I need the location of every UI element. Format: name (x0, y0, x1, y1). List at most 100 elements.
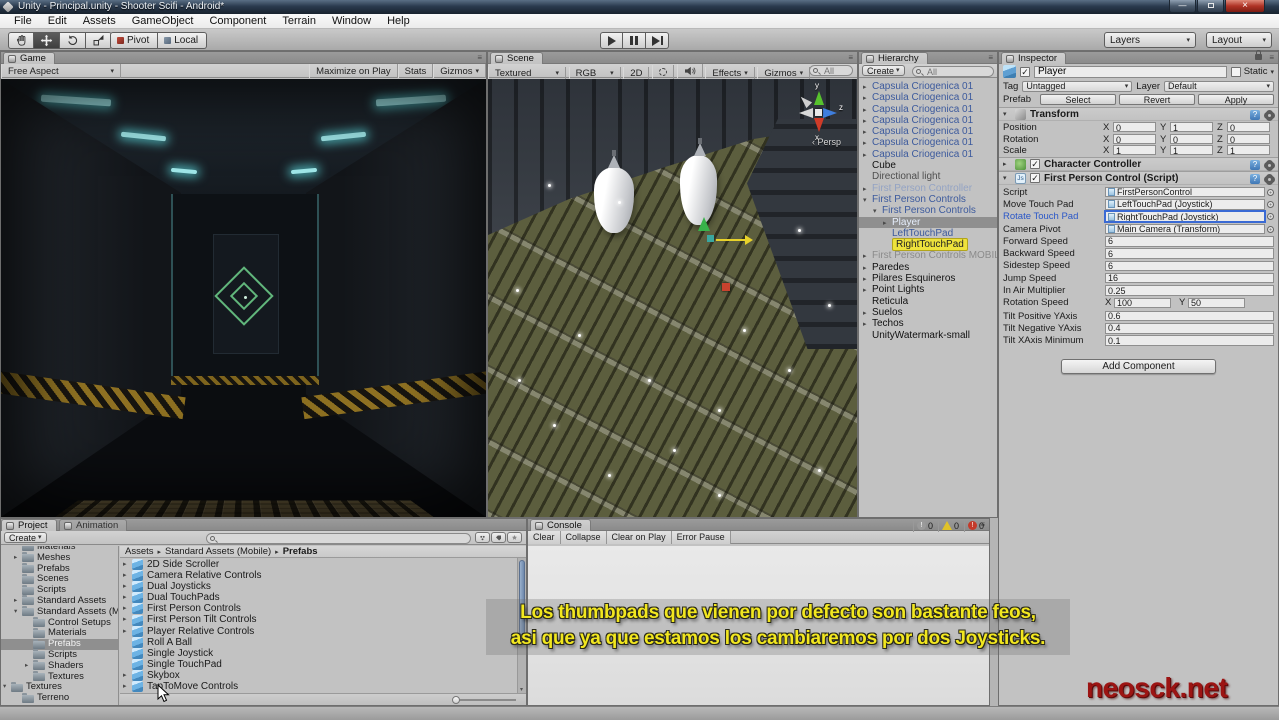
object-picker-icon[interactable] (1267, 200, 1274, 208)
expand-arrow-icon[interactable]: ▸ (123, 592, 132, 603)
menu-item[interactable]: GameObject (124, 15, 202, 27)
menu-item[interactable]: Window (324, 15, 379, 27)
hierarchy-item[interactable]: ▸ Capsula Criogenica 01 (859, 81, 997, 92)
expand-arrow-icon[interactable]: ▸ (123, 681, 132, 692)
warning-count[interactable]: 0 (937, 519, 962, 532)
hierarchy-create-button[interactable]: Create ▾ (862, 65, 905, 76)
expand-arrow-icon[interactable]: ▾ (14, 607, 22, 618)
search-by-label-button[interactable] (491, 532, 506, 543)
error-count[interactable]: ! 0 (963, 519, 987, 532)
transform-component-header[interactable]: ▾ Transform ? (999, 107, 1278, 121)
step-button[interactable] (646, 32, 669, 49)
menu-item[interactable]: Edit (40, 15, 75, 27)
scene-viewport[interactable]: y z x ‹ Persp (488, 79, 857, 517)
gameobject-name-field[interactable] (1034, 65, 1227, 78)
asset-row[interactable]: ▸ TapToMove Controls (120, 681, 526, 693)
project-folder-row[interactable]: ▾ Standard Assets (Mobile (1, 606, 118, 618)
local-toggle-button[interactable]: Local (158, 32, 208, 49)
maximize-on-play-button[interactable]: Maximize on Play (309, 64, 398, 78)
menu-item[interactable]: Terrain (274, 15, 324, 27)
minimize-button[interactable]: — (1169, 0, 1196, 13)
move-tool-button[interactable] (34, 32, 60, 49)
play-button[interactable] (600, 32, 623, 49)
breadcrumb-standard-assets[interactable]: Standard Assets (Mobile) (165, 546, 271, 557)
console-button[interactable]: Error Pause (671, 530, 731, 544)
hierarchy-item[interactable]: ▸ First Person Controls MOBILE (859, 250, 997, 261)
expand-arrow-icon[interactable]: ▸ (123, 670, 132, 681)
project-folder-row[interactable]: ▸ Meshes (1, 552, 118, 564)
hierarchy-item[interactable]: ▸ Pilares Esquineros (859, 273, 997, 284)
gizmo-hub[interactable] (815, 109, 822, 116)
hierarchy-item[interactable]: ▸ Suelos (859, 307, 997, 318)
lighting-toggle-button[interactable] (652, 65, 675, 79)
expand-arrow-icon[interactable]: ▸ (1003, 160, 1011, 168)
axis-neg-cone[interactable] (797, 93, 813, 109)
asset-row[interactable]: Single TouchPad (120, 659, 526, 670)
menu-item[interactable]: Component (201, 15, 274, 27)
project-search[interactable] (206, 533, 471, 544)
game-viewport[interactable] (1, 79, 486, 517)
title-bar[interactable]: Unity - Principal.unity - Shooter Scifi … (0, 0, 1279, 14)
stats-button[interactable]: Stats (397, 64, 434, 78)
hierarchy-item[interactable]: Directional light (859, 171, 997, 182)
cryo-capsule[interactable] (594, 150, 634, 233)
prefab-apply-button[interactable]: Apply (1198, 93, 1274, 105)
asset-row[interactable]: ▸ Camera Relative Controls (120, 570, 526, 582)
help-icon[interactable]: ? (1250, 160, 1260, 170)
scene-search[interactable] (809, 65, 853, 76)
hierarchy-item[interactable]: ▸ First Person Controller (859, 183, 997, 194)
expand-arrow-icon[interactable]: ▸ (123, 614, 132, 625)
field-value[interactable]: 0.6 (1105, 310, 1274, 322)
breadcrumb-prefabs[interactable]: Prefabs (283, 546, 318, 557)
aspect-dropdown[interactable]: Free Aspect ▾ (1, 64, 121, 78)
layout-dropdown[interactable]: Layout ▾ (1206, 32, 1272, 48)
field-value[interactable]: Main Camera (Transform) (1105, 223, 1265, 235)
tab-console[interactable]: Console (530, 519, 591, 531)
favorites-button[interactable] (507, 532, 522, 543)
pause-button[interactable] (623, 32, 646, 49)
axis-y-cone[interactable] (814, 91, 824, 105)
axis-neg-cone[interactable] (799, 108, 813, 118)
field-value[interactable]: FirstPersonControl (1105, 186, 1265, 198)
panel-menu-icon[interactable]: ≡ (1269, 53, 1274, 62)
layers-dropdown[interactable]: Layers ▾ (1104, 32, 1196, 48)
close-button[interactable]: × (1225, 0, 1265, 13)
tab-scene[interactable]: Scene (490, 52, 543, 64)
layer-dropdown[interactable]: Default ▾ (1164, 80, 1274, 92)
hierarchy-item[interactable]: UnityWatermark-small (859, 330, 997, 341)
expand-arrow-icon[interactable]: ▸ (123, 626, 132, 637)
asset-row[interactable]: ▸ Skybox (120, 670, 526, 681)
restore-button[interactable] (1197, 0, 1224, 13)
expand-arrow-icon[interactable]: ▸ (14, 596, 22, 607)
axis-x-cone[interactable] (814, 118, 824, 132)
rotation-y-field[interactable]: 0 (1170, 134, 1213, 145)
menu-item[interactable]: Help (379, 15, 418, 27)
field-value[interactable]: 6 (1105, 248, 1274, 259)
audio-toggle-button[interactable] (676, 64, 703, 78)
hierarchy-item[interactable]: ▸ Paredes (859, 262, 997, 273)
hierarchy-search-input[interactable] (927, 66, 989, 77)
project-folder-row[interactable]: ▸ Shaders (1, 660, 118, 672)
tag-dropdown[interactable]: Untagged ▾ (1022, 80, 1133, 92)
prefab-select-button[interactable]: Select (1040, 93, 1116, 105)
hierarchy-item[interactable]: ▸ Capsula Criogenica 01 (859, 149, 997, 160)
console-button[interactable]: Collapse (560, 530, 607, 544)
slider-knob[interactable] (452, 696, 460, 704)
tab-hierarchy[interactable]: Hierarchy (861, 52, 928, 64)
panel-menu-icon[interactable]: ≡ (477, 53, 482, 62)
character-controller-header[interactable]: ▸ ✓ Character Controller ? (999, 157, 1278, 171)
panel-menu-icon[interactable]: ≡ (848, 53, 853, 62)
field-value[interactable]: 6 (1105, 260, 1274, 272)
info-count[interactable]: ! 0 (912, 519, 936, 532)
asset-row[interactable]: ▸ Dual TouchPads (120, 592, 526, 604)
field-value[interactable]: RightTouchPad (Joystick) (1105, 211, 1265, 222)
scale-z-field[interactable]: 1 (1227, 145, 1270, 156)
expand-arrow-icon[interactable]: ▸ (123, 603, 132, 614)
rotation-speed-y-field[interactable]: 50 (1188, 297, 1245, 309)
pan-tool-button[interactable] (8, 32, 34, 49)
persp-label[interactable]: ‹ Persp (812, 137, 841, 147)
fps-script-header[interactable]: ▾ Js ✓ First Person Control (Script) ? (999, 171, 1278, 185)
axis-z-cone[interactable] (823, 108, 837, 118)
hierarchy-item[interactable]: ▸ Techos (859, 318, 997, 329)
breadcrumb-assets[interactable]: Assets (125, 546, 154, 557)
